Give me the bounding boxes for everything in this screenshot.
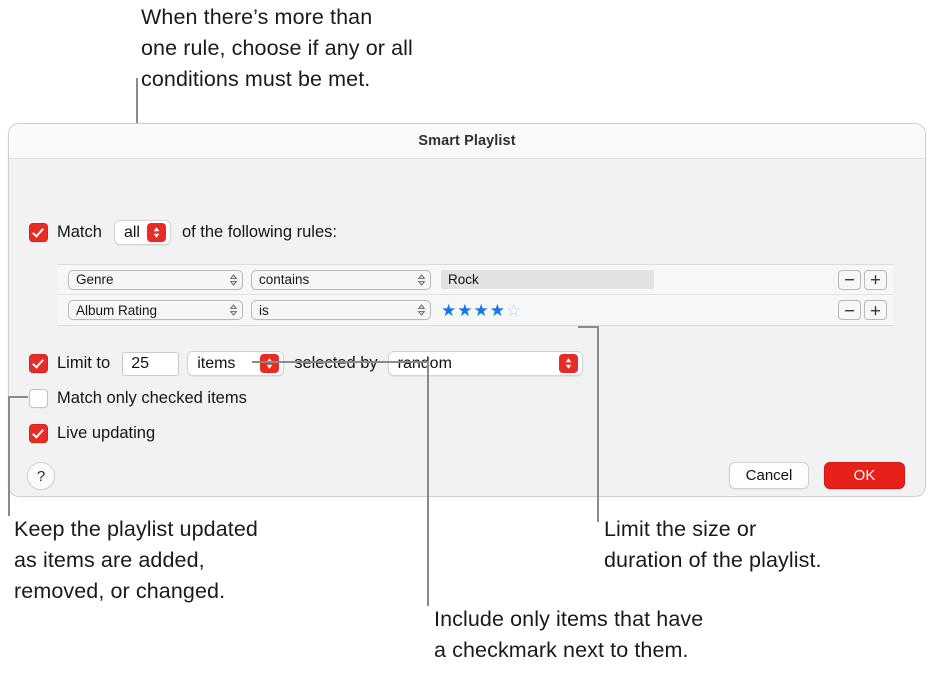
rule-operator-value-0: contains bbox=[259, 272, 310, 287]
star-filled-icon: ★ bbox=[473, 300, 490, 320]
chevron-updown-icon bbox=[229, 304, 238, 316]
limit-unit-popup[interactable]: items bbox=[187, 351, 285, 376]
limit-unit-stepper-icon bbox=[260, 354, 280, 373]
callout-live-updating: Keep the playlist updated as items are a… bbox=[14, 517, 258, 603]
match-row: Match all of the following rules: bbox=[29, 220, 337, 245]
leader-line-match-only-checked-h bbox=[252, 361, 429, 363]
selected-by-label: selected by bbox=[294, 354, 378, 372]
limit-order-value: random bbox=[397, 354, 452, 372]
table-row: Album Rating is ★★★★☆ bbox=[57, 295, 893, 325]
chevron-updown-icon bbox=[417, 304, 426, 316]
match-label: Match bbox=[57, 223, 102, 241]
remove-rule-button-0[interactable] bbox=[838, 269, 861, 290]
leader-line-live-updating-v bbox=[8, 396, 10, 516]
dialog-title: Smart Playlist bbox=[418, 133, 516, 149]
remove-rule-button-1[interactable] bbox=[838, 300, 861, 320]
rule-operator-select-1[interactable]: is bbox=[251, 300, 431, 320]
limit-amount-input[interactable]: 25 bbox=[122, 351, 180, 376]
limit-unit-value: items bbox=[197, 354, 236, 372]
leader-line-limit-v bbox=[597, 326, 599, 522]
rule-field-select-1[interactable]: Album Rating bbox=[68, 300, 243, 320]
rule-operator-select-0[interactable]: contains bbox=[251, 269, 431, 290]
callout-match-only-checked: Include only items that have a checkmark… bbox=[434, 607, 704, 662]
smart-playlist-dialog: Smart Playlist Match all of the followin… bbox=[8, 123, 926, 497]
match-type-value: all bbox=[123, 223, 140, 241]
rule-buttons-0 bbox=[838, 269, 887, 290]
rule-value-input-0[interactable]: Rock bbox=[441, 270, 654, 289]
help-button[interactable]: ? bbox=[27, 462, 55, 490]
live-updating-row: Live updating bbox=[29, 424, 155, 443]
match-type-popup[interactable]: all bbox=[113, 220, 171, 245]
match-type-stepper-icon bbox=[146, 223, 166, 242]
live-updating-label: Live updating bbox=[57, 424, 156, 442]
callout-match-rules: When there’s more than one rule, choose … bbox=[141, 5, 413, 91]
match-only-checked-label: Match only checked items bbox=[57, 389, 247, 407]
live-updating-checkbox[interactable] bbox=[29, 424, 48, 443]
chevron-updown-icon bbox=[229, 273, 238, 286]
rule-operator-value-1: is bbox=[259, 302, 269, 318]
ok-button[interactable]: OK bbox=[824, 462, 905, 489]
limit-order-stepper-icon bbox=[558, 354, 578, 373]
star-empty-icon: ☆ bbox=[506, 300, 523, 320]
cancel-button[interactable]: Cancel bbox=[729, 462, 809, 489]
limit-row: Limit to 25 items selected by random bbox=[29, 351, 583, 376]
rule-field-value-1: Album Rating bbox=[76, 302, 158, 318]
rule-star-rating-1[interactable]: ★★★★☆ bbox=[441, 302, 522, 319]
rules-list: Genre contains Rock Album Rating is ★★★★… bbox=[57, 264, 893, 326]
chevron-updown-icon bbox=[417, 273, 426, 286]
match-suffix-label: of the following rules: bbox=[181, 223, 337, 241]
match-only-checked-checkbox[interactable] bbox=[29, 389, 48, 408]
star-filled-icon: ★ bbox=[441, 300, 458, 320]
limit-checkbox[interactable] bbox=[29, 354, 48, 373]
callout-limit: Limit the size or duration of the playli… bbox=[604, 517, 822, 572]
rule-field-value-0: Genre bbox=[76, 272, 114, 287]
limit-label: Limit to bbox=[57, 354, 111, 372]
limit-order-popup[interactable]: random bbox=[387, 351, 583, 376]
rule-buttons-1 bbox=[838, 300, 887, 320]
match-checkbox[interactable] bbox=[29, 223, 48, 242]
leader-line-match-only-checked-v bbox=[427, 361, 429, 606]
add-rule-button-0[interactable] bbox=[864, 269, 887, 290]
leader-line-live-updating-h bbox=[8, 396, 28, 398]
star-filled-icon: ★ bbox=[489, 300, 506, 320]
dialog-titlebar: Smart Playlist bbox=[9, 124, 925, 159]
dialog-body: Match all of the following rules: Genre bbox=[9, 159, 925, 496]
leader-line-limit-h bbox=[578, 326, 599, 328]
table-row: Genre contains Rock bbox=[57, 265, 893, 295]
match-only-checked-row: Match only checked items bbox=[29, 389, 247, 408]
star-filled-icon: ★ bbox=[457, 300, 474, 320]
rule-field-select-0[interactable]: Genre bbox=[68, 269, 243, 290]
add-rule-button-1[interactable] bbox=[864, 300, 887, 320]
